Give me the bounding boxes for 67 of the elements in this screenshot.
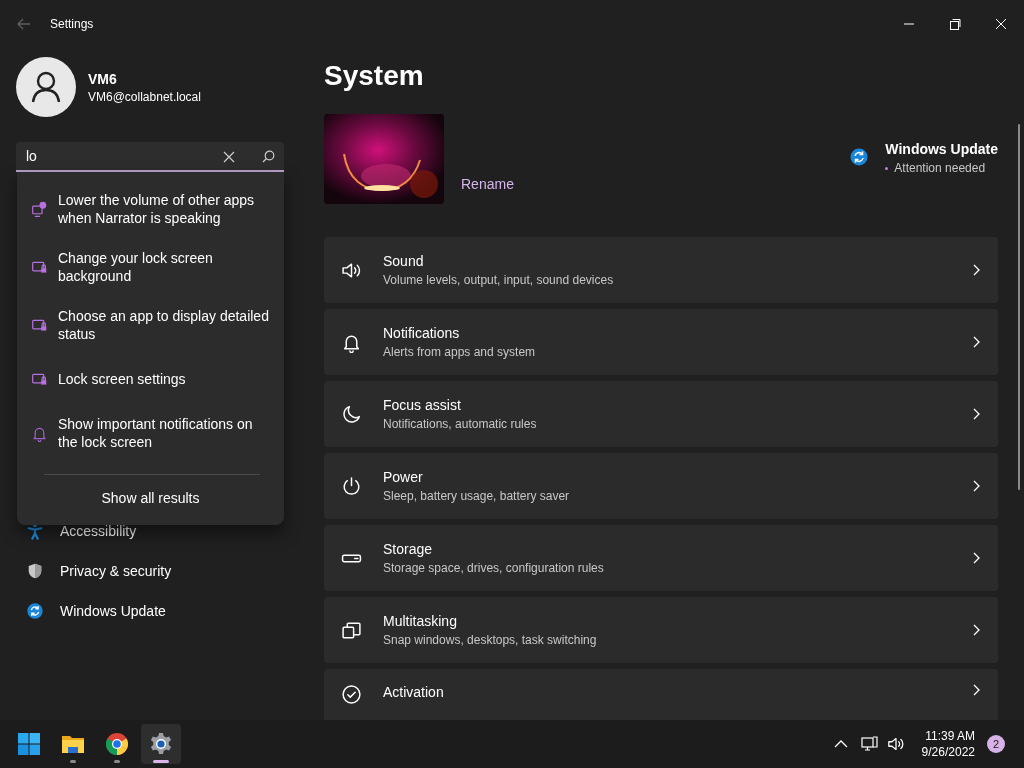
settings-card[interactable]: Storage Storage space, drives, configuration rules — [324, 525, 998, 591]
browser-icon — [105, 732, 129, 756]
accessibility-icon — [26, 522, 44, 540]
settings-card[interactable]: Notifications Alerts from apps and system — [324, 309, 998, 375]
narrator-icon — [31, 200, 48, 218]
card-subtitle: Sleep, battery usage, battery saver — [383, 489, 571, 503]
check-circle-icon — [341, 684, 362, 705]
settings-card[interactable]: Sound Volume levels, output, input, sound devices — [324, 237, 998, 303]
card-title: Multitasking — [383, 613, 458, 629]
update-icon — [849, 147, 870, 167]
settings-card[interactable]: Power Sleep, battery usage, battery saver — [324, 453, 998, 519]
update-icon — [26, 602, 44, 620]
card-subtitle: Alerts from apps and system — [383, 345, 537, 359]
chevron-up-icon[interactable] — [833, 740, 848, 748]
user-name: VM6 — [88, 70, 118, 87]
chevron-icon — [972, 264, 980, 276]
show-all-results-button[interactable]: Show all results — [93, 486, 208, 510]
network-icon[interactable] — [860, 735, 879, 753]
chevron-icon — [972, 624, 980, 636]
start-icon — [17, 732, 41, 756]
clock[interactable]: 11:39 AM 9/26/2022 — [921, 728, 975, 760]
chevron-icon — [972, 408, 980, 420]
card-title: Sound — [383, 253, 425, 269]
user-email: VM6@collabnet.local — [88, 89, 201, 104]
power-icon — [341, 475, 362, 497]
card-title: Focus assist — [383, 397, 462, 413]
sidebar-item[interactable]: Windows Update — [16, 593, 284, 629]
chevron-icon — [972, 336, 980, 348]
search-icon[interactable] — [262, 150, 275, 163]
status-dot — [885, 166, 889, 170]
gear-icon — [149, 732, 173, 756]
card-title: Notifications — [383, 325, 461, 341]
card-subtitle: Volume levels, output, input, sound devices — [383, 273, 615, 287]
card-subtitle: Storage space, drives, configuration rules — [383, 561, 605, 575]
card-title: Activation — [383, 684, 445, 700]
chevron-icon — [972, 480, 980, 492]
sidebar-item[interactable]: Accessibility — [16, 513, 284, 549]
chevron-icon — [972, 552, 980, 564]
search-result[interactable]: Change your lock screen background — [17, 238, 284, 296]
search-result[interactable]: Show important notifications on the lock screen — [17, 404, 284, 462]
update-title: Windows Update — [885, 141, 998, 157]
clear-icon[interactable] — [223, 151, 235, 163]
search-field[interactable]: lo — [16, 142, 284, 172]
notification-badge[interactable]: 2 — [987, 735, 1005, 753]
search-result[interactable]: Lower the volume of other apps when Narrator is speaking — [17, 180, 284, 238]
search-result[interactable]: Lock screen settings — [17, 354, 284, 404]
rename-link[interactable]: Rename — [461, 176, 514, 192]
windows-icon — [341, 619, 362, 641]
scrollbar[interactable] — [1018, 124, 1020, 490]
settings-card[interactable]: Multitasking Snap windows, desktops, task switching — [324, 597, 998, 663]
card-subtitle: Snap windows, desktops, task switching — [383, 633, 598, 647]
update-status: Attention needed — [894, 161, 986, 175]
card-subtitle: Notifications, automatic rules — [383, 417, 538, 431]
chevron-icon — [972, 684, 980, 696]
search-result[interactable]: Choose an app to display detailed status — [17, 296, 284, 354]
window-title: Settings — [50, 17, 94, 31]
settings-card[interactable]: Focus assist Notifications, automatic rules — [324, 381, 998, 447]
moon-icon — [341, 403, 362, 425]
card-title: Storage — [383, 541, 434, 557]
shield-icon — [26, 562, 44, 580]
avatar — [16, 57, 76, 117]
sidebar-item[interactable]: Privacy & security — [16, 553, 284, 589]
speaker-icon[interactable] — [886, 735, 905, 753]
page-title: System — [324, 59, 425, 93]
card-title: Power — [383, 469, 424, 485]
settings-card[interactable]: Activation — [324, 669, 998, 720]
taskbar-button[interactable] — [141, 724, 181, 764]
